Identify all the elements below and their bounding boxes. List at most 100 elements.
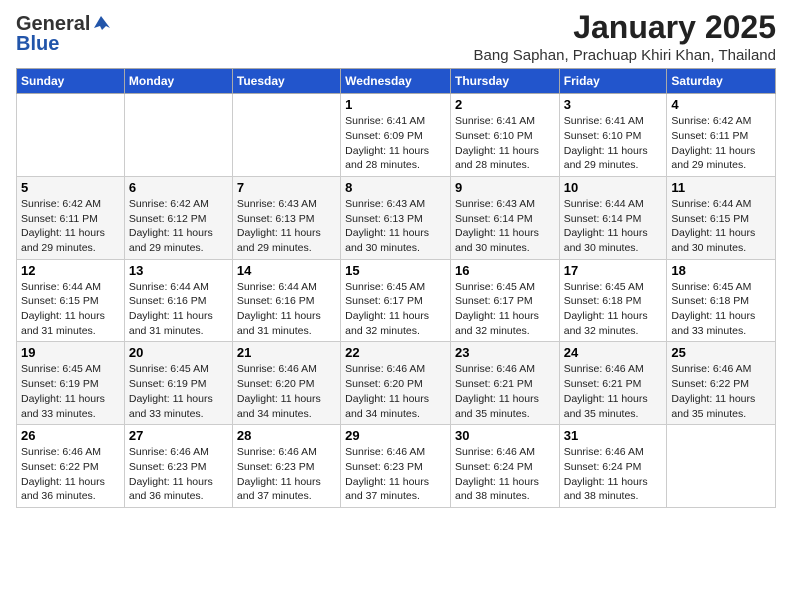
day-cell: 3 Sunrise: 6:41 AMSunset: 6:10 PMDaylight…	[559, 94, 667, 177]
day-number: 28	[237, 428, 336, 443]
day-cell: 23 Sunrise: 6:46 AMSunset: 6:21 PMDayligh…	[450, 342, 559, 425]
day-info: Sunrise: 6:45 AMSunset: 6:17 PMDaylight:…	[455, 280, 555, 339]
day-cell: 15Sunrise: 6:45 AMSunset: 6:17 PMDayligh…	[341, 259, 451, 342]
day-number: 5	[21, 180, 120, 195]
week-row-2: 5 Sunrise: 6:42 AMSunset: 6:11 PMDaylight…	[17, 176, 776, 259]
day-number: 11	[671, 180, 771, 195]
day-cell: 26 Sunrise: 6:46 AMSunset: 6:22 PMDayligh…	[17, 425, 125, 508]
logo-bird-icon	[92, 14, 110, 32]
header-sunday: Sunday	[17, 69, 125, 94]
day-info: Sunrise: 6:44 AMSunset: 6:16 PMDaylight:…	[237, 280, 336, 339]
day-cell: 9 Sunrise: 6:43 AMSunset: 6:14 PMDaylight…	[450, 176, 559, 259]
day-info: Sunrise: 6:45 AMSunset: 6:18 PMDaylight:…	[564, 280, 663, 339]
week-row-4: 19Sunrise: 6:45 AMSunset: 6:19 PMDayligh…	[17, 342, 776, 425]
day-cell: 16Sunrise: 6:45 AMSunset: 6:17 PMDayligh…	[450, 259, 559, 342]
day-info: Sunrise: 6:46 AMSunset: 6:21 PMDaylight:…	[455, 362, 555, 421]
location-title: Bang Saphan, Prachuap Khiri Khan, Thaila…	[474, 47, 776, 64]
day-info: Sunrise: 6:46 AMSunset: 6:23 PMDaylight:…	[345, 445, 446, 504]
week-row-3: 12 Sunrise: 6:44 AMSunset: 6:15 PMDayligh…	[17, 259, 776, 342]
header-monday: Monday	[124, 69, 232, 94]
logo: General Blue	[16, 14, 110, 54]
month-title: January 2025	[474, 10, 776, 45]
day-number: 12	[21, 263, 120, 278]
day-number: 25	[671, 345, 771, 360]
day-info: Sunrise: 6:45 AMSunset: 6:18 PMDaylight:…	[671, 280, 771, 339]
title-area: January 2025 Bang Saphan, Prachuap Khiri…	[474, 10, 776, 64]
day-info: Sunrise: 6:46 AMSunset: 6:23 PMDaylight:…	[237, 445, 336, 504]
day-cell: 14 Sunrise: 6:44 AMSunset: 6:16 PMDayligh…	[232, 259, 340, 342]
day-cell: 21Sunrise: 6:46 AMSunset: 6:20 PMDayligh…	[232, 342, 340, 425]
day-number: 4	[671, 97, 771, 112]
day-number: 22	[345, 345, 446, 360]
day-number: 31	[564, 428, 663, 443]
day-cell: 17 Sunrise: 6:45 AMSunset: 6:18 PMDayligh…	[559, 259, 667, 342]
day-info: Sunrise: 6:43 AMSunset: 6:14 PMDaylight:…	[455, 197, 555, 256]
day-info: Sunrise: 6:44 AMSunset: 6:16 PMDaylight:…	[129, 280, 228, 339]
day-info: Sunrise: 6:45 AMSunset: 6:17 PMDaylight:…	[345, 280, 446, 339]
day-info: Sunrise: 6:41 AMSunset: 6:10 PMDaylight:…	[564, 114, 663, 173]
day-cell	[232, 94, 340, 177]
day-number: 19	[21, 345, 120, 360]
day-number: 18	[671, 263, 771, 278]
day-cell: 2 Sunrise: 6:41 AMSunset: 6:10 PMDaylight…	[450, 94, 559, 177]
day-number: 17	[564, 263, 663, 278]
day-cell: 6 Sunrise: 6:42 AMSunset: 6:12 PMDaylight…	[124, 176, 232, 259]
day-number: 3	[564, 97, 663, 112]
day-number: 29	[345, 428, 446, 443]
day-info: Sunrise: 6:43 AMSunset: 6:13 PMDaylight:…	[345, 197, 446, 256]
day-info: Sunrise: 6:41 AMSunset: 6:09 PMDaylight:…	[345, 114, 446, 173]
week-row-5: 26 Sunrise: 6:46 AMSunset: 6:22 PMDayligh…	[17, 425, 776, 508]
day-number: 9	[455, 180, 555, 195]
day-number: 27	[129, 428, 228, 443]
day-cell: 30Sunrise: 6:46 AMSunset: 6:24 PMDayligh…	[450, 425, 559, 508]
day-number: 8	[345, 180, 446, 195]
day-cell: 18 Sunrise: 6:45 AMSunset: 6:18 PMDayligh…	[667, 259, 776, 342]
day-cell: 8 Sunrise: 6:43 AMSunset: 6:13 PMDaylight…	[341, 176, 451, 259]
day-info: Sunrise: 6:46 AMSunset: 6:20 PMDaylight:…	[345, 362, 446, 421]
day-cell	[17, 94, 125, 177]
logo-general-text: General	[16, 14, 90, 34]
day-cell: 28 Sunrise: 6:46 AMSunset: 6:23 PMDayligh…	[232, 425, 340, 508]
day-info: Sunrise: 6:44 AMSunset: 6:15 PMDaylight:…	[21, 280, 120, 339]
header-tuesday: Tuesday	[232, 69, 340, 94]
week-row-1: 1Sunrise: 6:41 AMSunset: 6:09 PMDaylight…	[17, 94, 776, 177]
day-cell: 1Sunrise: 6:41 AMSunset: 6:09 PMDaylight…	[341, 94, 451, 177]
day-cell: 31 Sunrise: 6:46 AMSunset: 6:24 PMDayligh…	[559, 425, 667, 508]
day-number: 10	[564, 180, 663, 195]
day-number: 23	[455, 345, 555, 360]
day-cell: 29 Sunrise: 6:46 AMSunset: 6:23 PMDayligh…	[341, 425, 451, 508]
day-info: Sunrise: 6:46 AMSunset: 6:22 PMDaylight:…	[671, 362, 771, 421]
day-cell: 4 Sunrise: 6:42 AMSunset: 6:11 PMDaylight…	[667, 94, 776, 177]
day-cell	[124, 94, 232, 177]
calendar-table: Sunday Monday Tuesday Wednesday Thursday…	[16, 68, 776, 508]
page-header: General Blue January 2025 Bang Saphan, P…	[16, 10, 776, 64]
day-number: 14	[237, 263, 336, 278]
day-number: 26	[21, 428, 120, 443]
day-cell	[667, 425, 776, 508]
day-cell: 10Sunrise: 6:44 AMSunset: 6:14 PMDayligh…	[559, 176, 667, 259]
day-number: 6	[129, 180, 228, 195]
day-number: 20	[129, 345, 228, 360]
day-cell: 13 Sunrise: 6:44 AMSunset: 6:16 PMDayligh…	[124, 259, 232, 342]
day-cell: 5 Sunrise: 6:42 AMSunset: 6:11 PMDaylight…	[17, 176, 125, 259]
header-saturday: Saturday	[667, 69, 776, 94]
weekday-header-row: Sunday Monday Tuesday Wednesday Thursday…	[17, 69, 776, 94]
day-cell: 12 Sunrise: 6:44 AMSunset: 6:15 PMDayligh…	[17, 259, 125, 342]
day-cell: 27 Sunrise: 6:46 AMSunset: 6:23 PMDayligh…	[124, 425, 232, 508]
day-cell: 24Sunrise: 6:46 AMSunset: 6:21 PMDayligh…	[559, 342, 667, 425]
day-info: Sunrise: 6:42 AMSunset: 6:11 PMDaylight:…	[671, 114, 771, 173]
day-number: 2	[455, 97, 555, 112]
day-number: 13	[129, 263, 228, 278]
day-info: Sunrise: 6:46 AMSunset: 6:20 PMDaylight:…	[237, 362, 336, 421]
day-info: Sunrise: 6:42 AMSunset: 6:12 PMDaylight:…	[129, 197, 228, 256]
day-info: Sunrise: 6:42 AMSunset: 6:11 PMDaylight:…	[21, 197, 120, 256]
day-info: Sunrise: 6:46 AMSunset: 6:23 PMDaylight:…	[129, 445, 228, 504]
day-cell: 20Sunrise: 6:45 AMSunset: 6:19 PMDayligh…	[124, 342, 232, 425]
day-info: Sunrise: 6:46 AMSunset: 6:22 PMDaylight:…	[21, 445, 120, 504]
day-number: 7	[237, 180, 336, 195]
day-info: Sunrise: 6:41 AMSunset: 6:10 PMDaylight:…	[455, 114, 555, 173]
day-info: Sunrise: 6:46 AMSunset: 6:24 PMDaylight:…	[455, 445, 555, 504]
day-number: 24	[564, 345, 663, 360]
day-info: Sunrise: 6:46 AMSunset: 6:24 PMDaylight:…	[564, 445, 663, 504]
calendar-page: General Blue January 2025 Bang Saphan, P…	[0, 0, 792, 612]
